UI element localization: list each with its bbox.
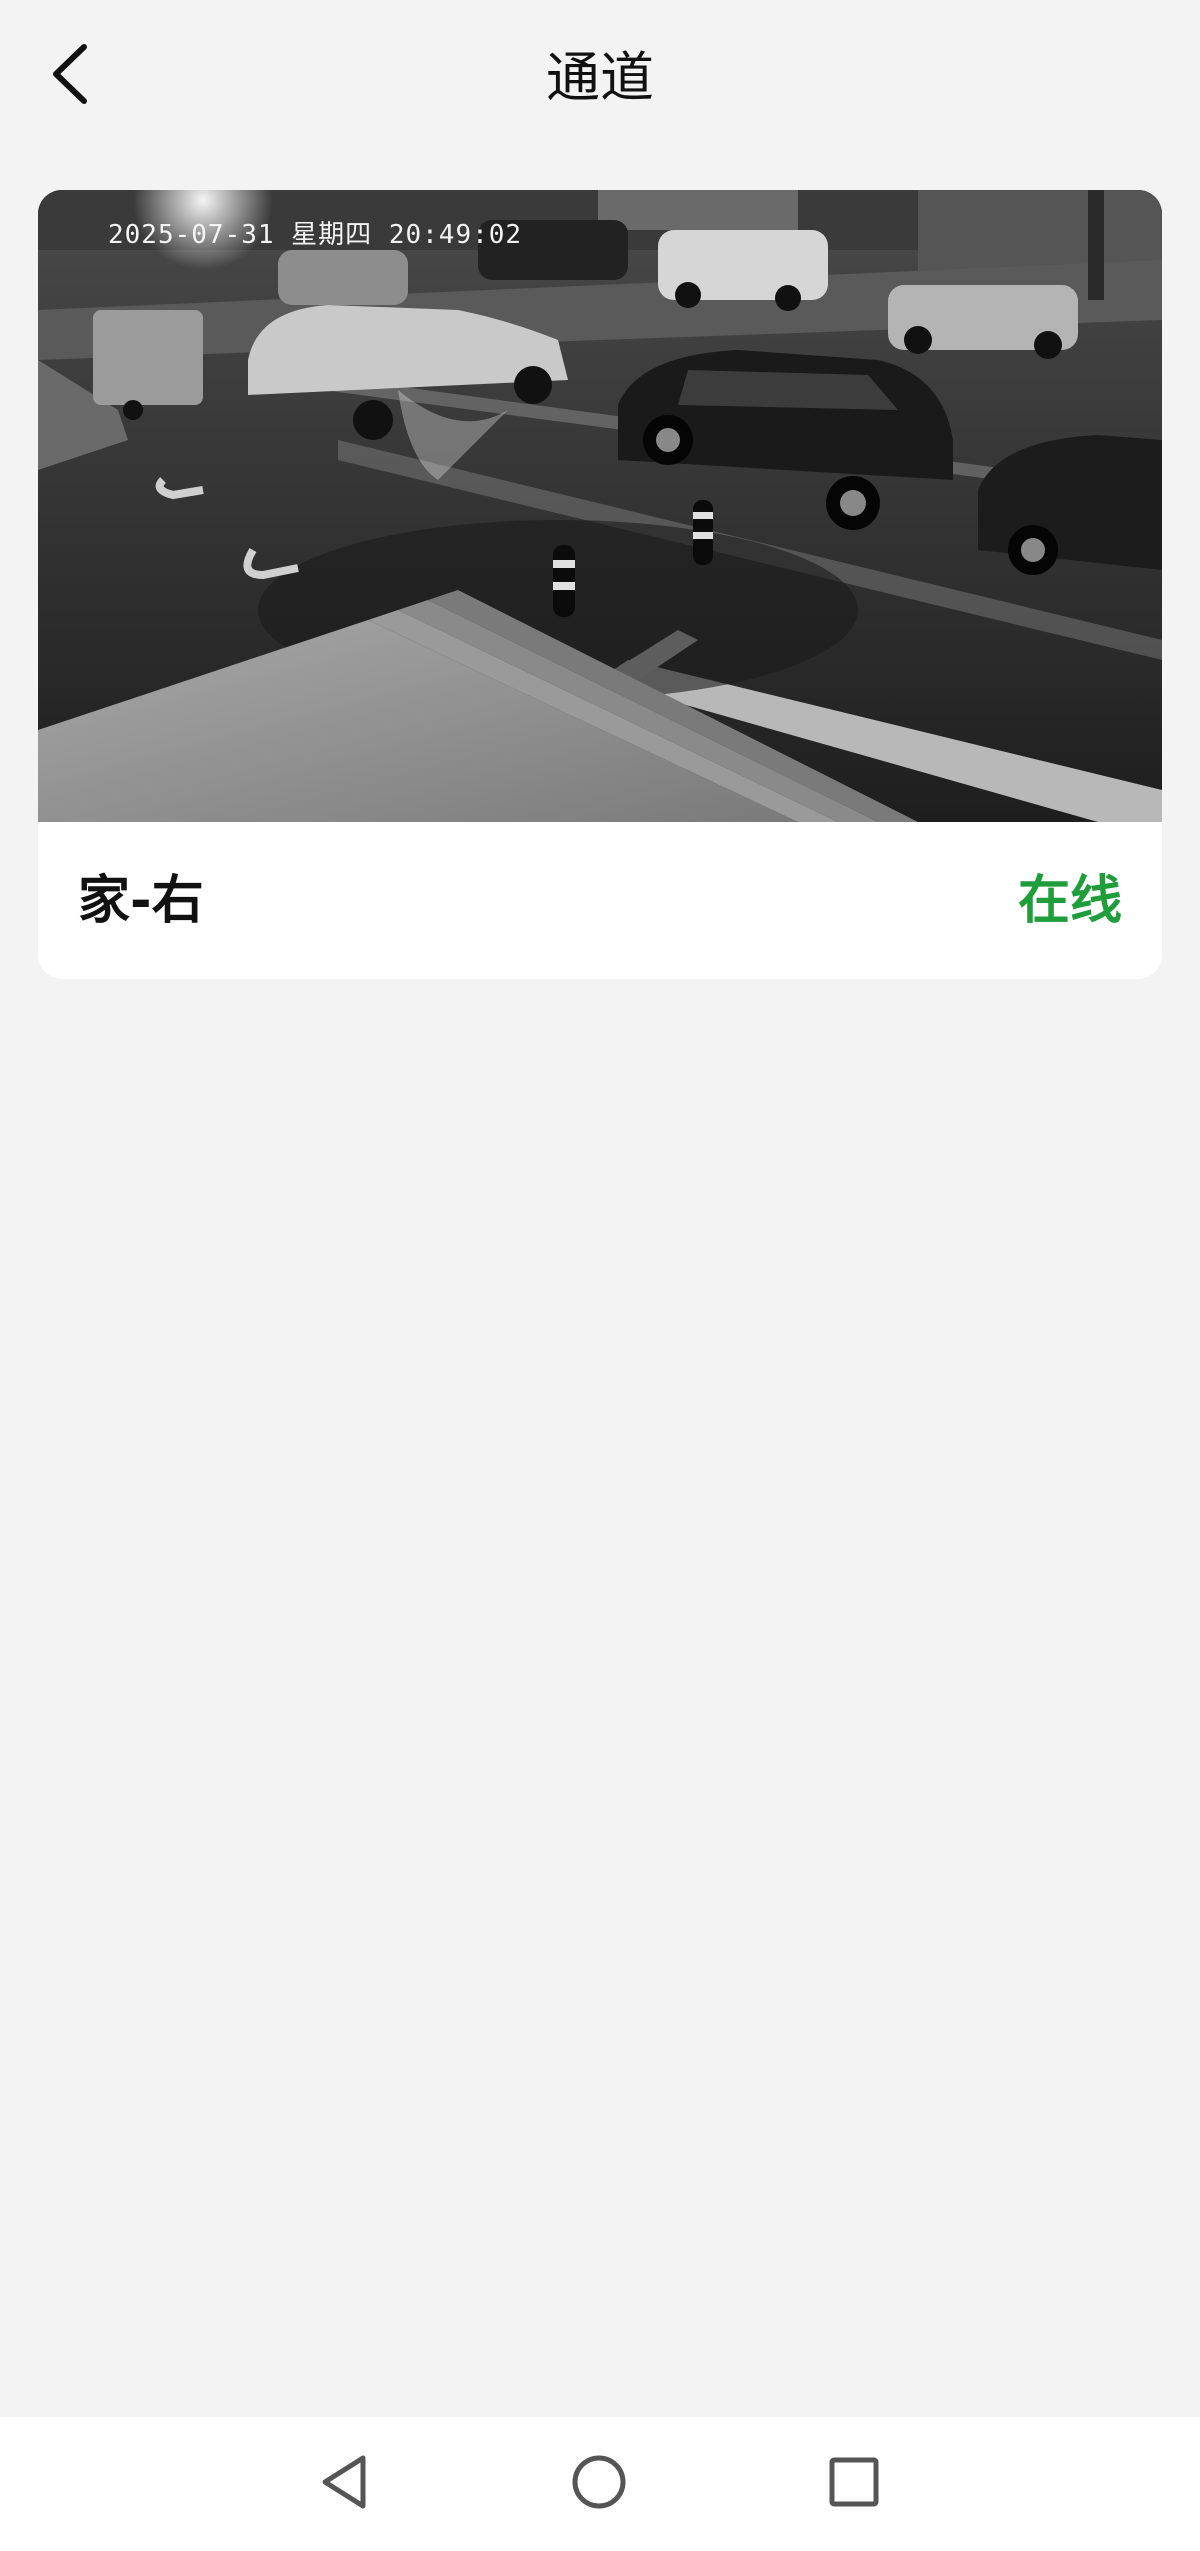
osd-timestamp: 2025-07-31 星期四 20:49:02: [108, 220, 523, 250]
system-nav-bar: [0, 2417, 1200, 2551]
back-button[interactable]: [30, 36, 110, 116]
nav-home-button[interactable]: [549, 2434, 649, 2534]
camera-preview[interactable]: 2025-07-31 星期四 20:49:02: [38, 190, 1162, 822]
chevron-left-icon: [48, 41, 92, 111]
circle-home-icon: [571, 2454, 627, 2514]
page-title: 通道: [546, 46, 654, 109]
channel-name: 家-右: [78, 871, 204, 931]
card-footer: 家-右 在线: [38, 822, 1162, 979]
square-recents-icon: [828, 2456, 880, 2512]
app-header: 通道: [0, 0, 1200, 152]
channel-card[interactable]: 2025-07-31 星期四 20:49:02 家-右 在线: [38, 190, 1162, 979]
status-badge: 在线: [1017, 871, 1122, 931]
triangle-back-icon: [319, 2454, 371, 2514]
camera-snapshot-image: [38, 190, 1162, 822]
nav-recents-button[interactable]: [804, 2434, 904, 2534]
nav-back-button[interactable]: [295, 2434, 395, 2534]
